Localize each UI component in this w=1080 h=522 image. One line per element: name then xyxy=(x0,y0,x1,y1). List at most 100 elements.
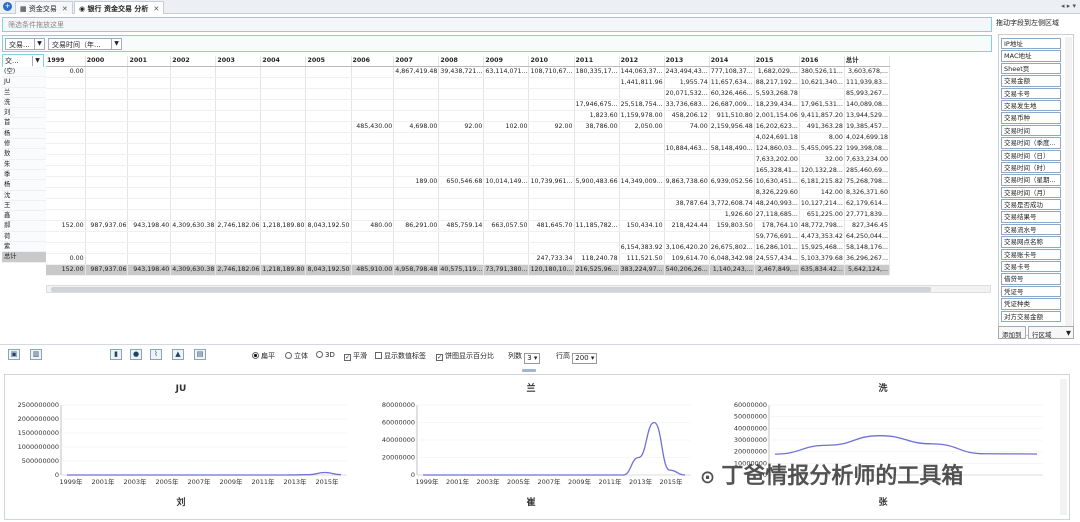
table-cell[interactable] xyxy=(528,242,575,254)
table-cell[interactable] xyxy=(619,143,665,155)
table-cell[interactable] xyxy=(574,165,620,177)
table-cell[interactable] xyxy=(260,165,307,177)
table-cell[interactable] xyxy=(393,143,440,155)
table-cell[interactable]: 2,746,182.06 xyxy=(215,220,262,232)
table-cell[interactable] xyxy=(305,132,352,144)
table-cell[interactable] xyxy=(438,165,485,177)
field-item[interactable]: 交易卡号 xyxy=(1001,261,1061,273)
table-cell[interactable] xyxy=(85,99,129,111)
table-cell[interactable]: 144,063,37... xyxy=(619,66,665,78)
table-cell[interactable] xyxy=(393,110,440,122)
table-cell[interactable]: 11,657,634... xyxy=(709,77,755,89)
table-cell[interactable]: 7,633,202.00 xyxy=(754,154,800,166)
table-cell[interactable]: 9,411,857.20 xyxy=(799,110,845,122)
table-cell[interactable] xyxy=(619,231,665,243)
row-field-chip[interactable]: 交... ▼ xyxy=(2,54,44,68)
table-cell[interactable]: 36,296,267... xyxy=(844,253,891,265)
table-cell[interactable]: 16,202,623... xyxy=(754,121,800,133)
table-cell[interactable] xyxy=(351,209,395,221)
table-cell[interactable]: 3,603,678,... xyxy=(844,66,891,78)
table-cell[interactable]: 1,682,029,... xyxy=(754,66,800,78)
table-cell[interactable]: 165,328,41... xyxy=(754,165,800,177)
table-cell[interactable]: 15,925,468... xyxy=(799,242,845,254)
table-cell[interactable] xyxy=(619,154,665,166)
table-cell[interactable] xyxy=(215,77,262,89)
table-cell[interactable]: 987,937.06 xyxy=(85,220,129,232)
table-cell[interactable] xyxy=(664,132,710,144)
table-cell[interactable] xyxy=(85,187,129,199)
table-cell[interactable]: 1,218,189.80 xyxy=(260,264,307,276)
table-cell[interactable] xyxy=(393,187,440,199)
table-cell[interactable]: 33,736,683... xyxy=(664,99,710,111)
zone-select[interactable]: 行区域 ▼ xyxy=(1028,326,1074,339)
table-cell[interactable] xyxy=(260,88,307,100)
table-cell[interactable] xyxy=(127,253,172,265)
table-cell[interactable] xyxy=(574,77,620,89)
column-header[interactable]: 2007 xyxy=(393,56,440,67)
table-cell[interactable] xyxy=(46,198,86,210)
table-cell[interactable] xyxy=(393,209,440,221)
table-cell[interactable] xyxy=(46,132,86,144)
table-cell[interactable] xyxy=(438,231,485,243)
filter-drop-zone[interactable]: 筛选条件拖放这里 xyxy=(2,17,992,32)
table-cell[interactable]: 39,438,721... xyxy=(438,66,485,78)
table-cell[interactable] xyxy=(215,231,262,243)
field-item[interactable]: 交易时间（星期... xyxy=(1001,174,1061,186)
table-cell[interactable]: 2,746,182.06 xyxy=(215,264,262,276)
table-cell[interactable] xyxy=(127,99,172,111)
table-cell[interactable]: 10,127,214... xyxy=(799,198,845,210)
table-cell[interactable]: 58,148,176... xyxy=(844,242,891,254)
table-cell[interactable]: 485,759.14 xyxy=(438,220,485,232)
table-cell[interactable] xyxy=(619,187,665,199)
table-cell[interactable] xyxy=(574,132,620,144)
table-cell[interactable] xyxy=(85,110,129,122)
table-cell[interactable] xyxy=(215,209,262,221)
table-cell[interactable]: 2,050.00 xyxy=(619,121,665,133)
table-cell[interactable]: 1,140,243,... xyxy=(709,264,755,276)
table-cell[interactable]: 5,103,379.68 xyxy=(799,253,845,265)
column-header[interactable]: 2011 xyxy=(574,56,620,67)
table-cell[interactable] xyxy=(664,187,710,199)
table-cell[interactable] xyxy=(393,231,440,243)
close-icon[interactable]: ✕ xyxy=(62,5,68,13)
table-cell[interactable] xyxy=(170,165,217,177)
table-cell[interactable] xyxy=(85,88,129,100)
table-cell[interactable] xyxy=(170,143,217,155)
table-cell[interactable]: 3,106,420.20 xyxy=(664,242,710,254)
table-cell[interactable]: 485,910.00 xyxy=(351,264,395,276)
table-cell[interactable] xyxy=(215,121,262,133)
table-cell[interactable] xyxy=(619,88,665,100)
table-cell[interactable] xyxy=(305,99,352,111)
row-label[interactable]: (空) xyxy=(2,67,46,78)
table-cell[interactable]: 7,633,234.00 xyxy=(844,154,891,166)
table-cell[interactable]: 10,630,451... xyxy=(754,176,800,188)
table-cell[interactable]: 189.00 xyxy=(393,176,440,188)
table-cell[interactable] xyxy=(170,187,217,199)
table-cell[interactable] xyxy=(438,154,485,166)
table-cell[interactable] xyxy=(305,209,352,221)
table-cell[interactable]: 142.00 xyxy=(799,187,845,199)
table-cell[interactable]: 5,642,124,... xyxy=(844,264,891,276)
table-cell[interactable] xyxy=(85,121,129,133)
table-cell[interactable] xyxy=(438,110,485,122)
table-cell[interactable]: 8,043,192.50 xyxy=(305,220,352,232)
table-cell[interactable] xyxy=(393,88,440,100)
table-cell[interactable] xyxy=(351,154,395,166)
table-cell[interactable] xyxy=(351,165,395,177)
table-cell[interactable] xyxy=(438,198,485,210)
column-header[interactable]: 2002 xyxy=(170,56,217,67)
vertical-scrollbar[interactable] xyxy=(1066,28,1074,326)
table-cell[interactable] xyxy=(85,66,129,78)
row-label[interactable]: 王 xyxy=(2,200,46,212)
table-cell[interactable] xyxy=(393,154,440,166)
table-cell[interactable] xyxy=(85,132,129,144)
table-cell[interactable]: 218,424.44 xyxy=(664,220,710,232)
table-cell[interactable] xyxy=(709,154,755,166)
table-cell[interactable] xyxy=(46,77,86,89)
table-cell[interactable]: 4,867,419.48 xyxy=(393,66,440,78)
table-cell[interactable] xyxy=(46,121,86,133)
table-cell[interactable]: 216,525,96... xyxy=(574,264,620,276)
table-cell[interactable]: 20,071,532... xyxy=(664,88,710,100)
export-icon[interactable]: ▣ xyxy=(8,349,20,360)
table-cell[interactable]: 124,860,03... xyxy=(754,143,800,155)
